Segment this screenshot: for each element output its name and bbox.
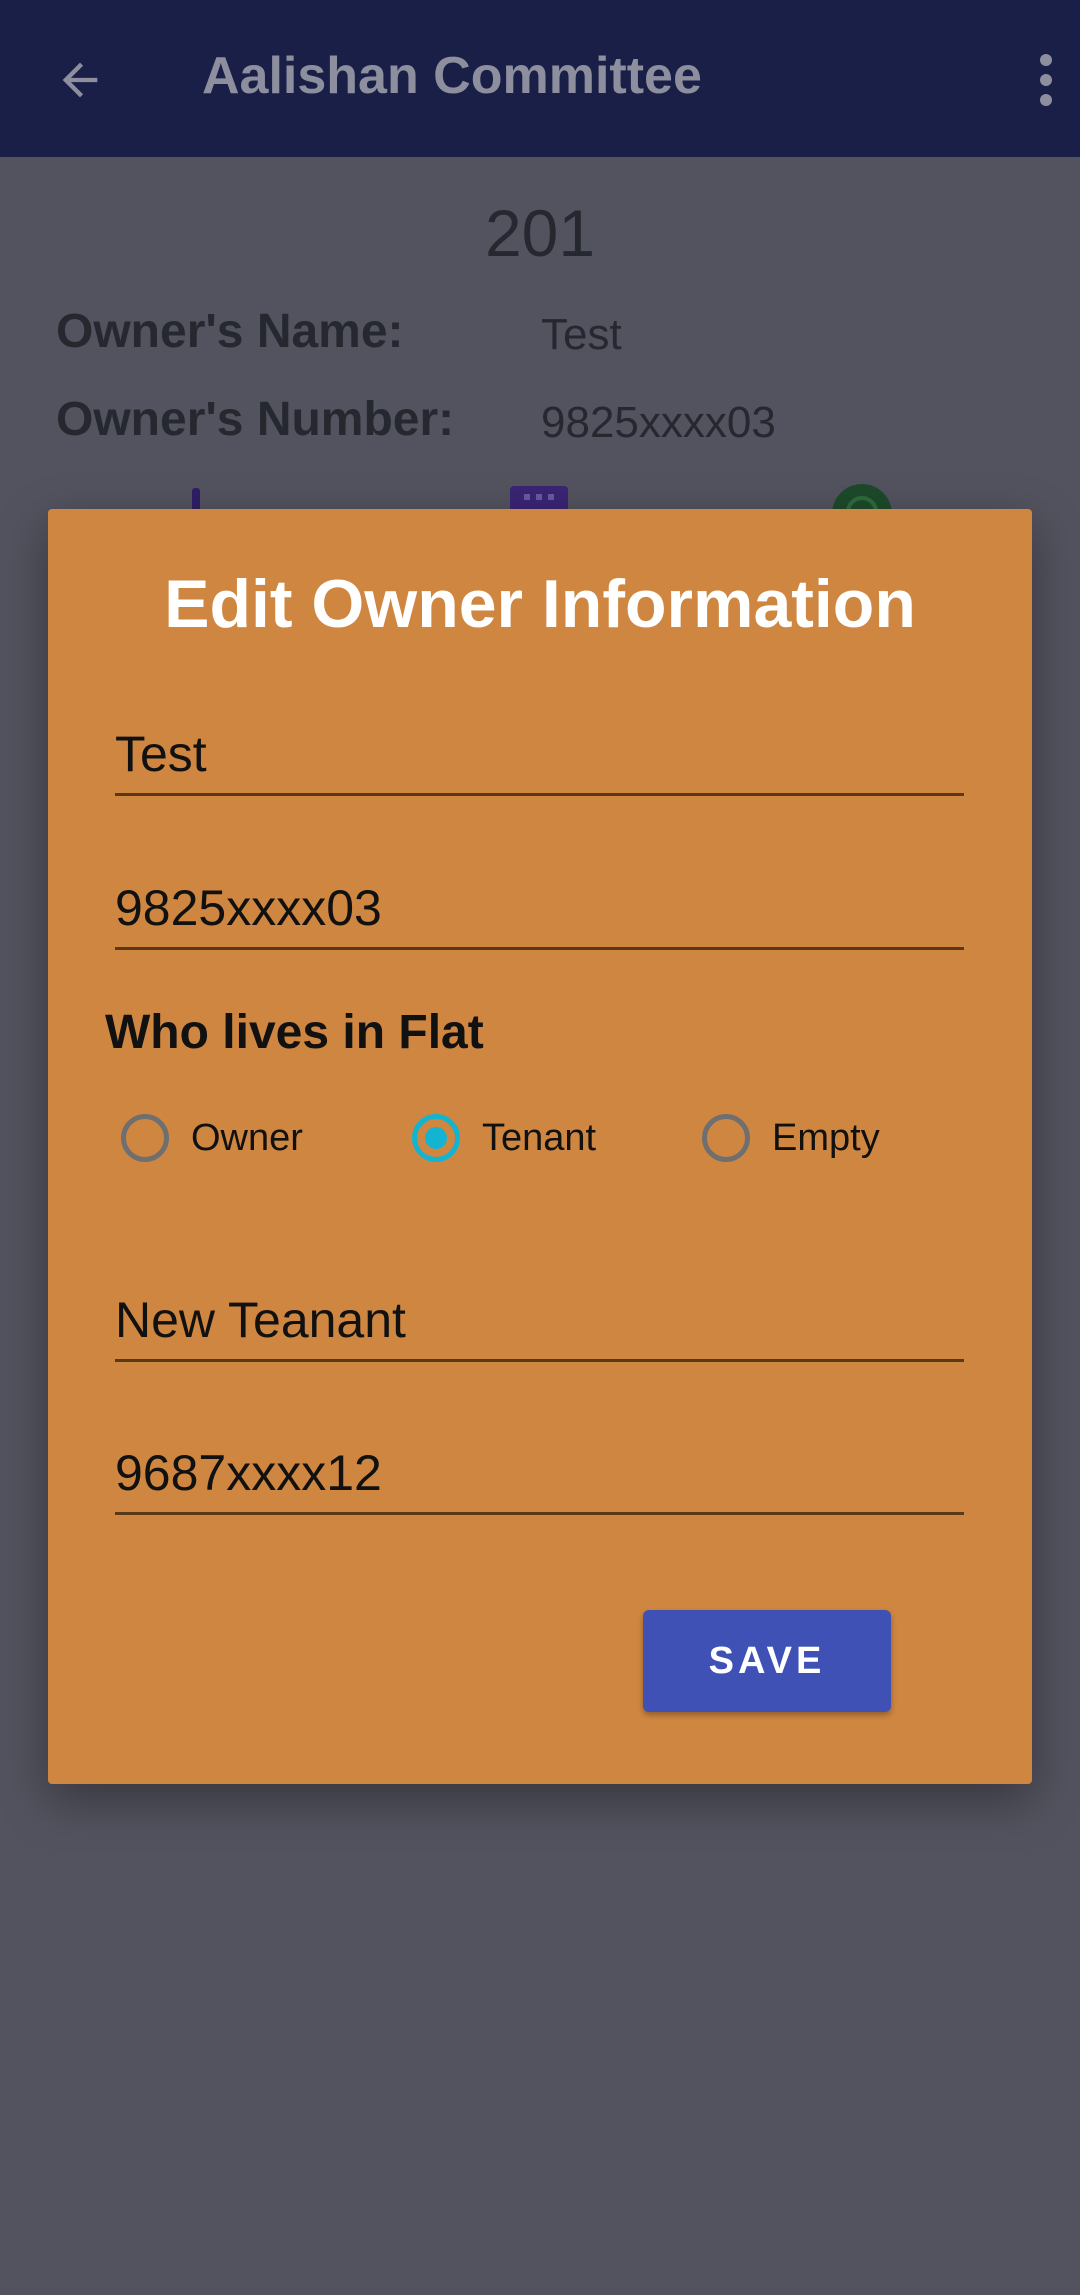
more-vert-icon [1040, 54, 1052, 106]
radio-tenant[interactable]: Tenant [412, 1103, 596, 1173]
tenant-number-input-value: 9687xxxx12 [115, 1445, 382, 1501]
edit-owner-dialog: Edit Owner Information Test 9825xxxx03 W… [48, 509, 1032, 1784]
back-button[interactable] [48, 48, 112, 112]
flat-number: 201 [484, 196, 596, 270]
who-lives-label: Who lives in Flat [105, 1006, 484, 1059]
tenant-name-field[interactable]: New Teanant [115, 1279, 964, 1362]
owner-name-input-value: Test [115, 726, 207, 782]
save-button[interactable]: SAVE [643, 1610, 891, 1712]
radio-tenant-label: Tenant [482, 1116, 597, 1159]
owner-name-label: Owner's Name: [56, 305, 404, 358]
app-toolbar: Aalishan Committee [0, 0, 1080, 157]
more-options-button[interactable] [1020, 40, 1072, 120]
owner-number-field[interactable]: 9825xxxx03 [115, 867, 964, 950]
toolbar-title: Aalishan Committee [202, 47, 702, 105]
radio-empty-circle[interactable] [702, 1114, 750, 1162]
radio-empty[interactable]: Empty [702, 1103, 880, 1173]
owner-name-value: Test [541, 310, 622, 359]
radio-empty-label: Empty [772, 1116, 880, 1159]
dialog-title: Edit Owner Information [164, 566, 916, 642]
radio-owner-label: Owner [191, 1116, 303, 1159]
owner-number-label: Owner's Number: [56, 393, 455, 446]
radio-tenant-circle[interactable] [412, 1114, 460, 1162]
owner-name-field[interactable]: Test [115, 713, 964, 796]
tenant-name-input-value: New Teanant [115, 1292, 406, 1348]
radio-owner[interactable]: Owner [121, 1103, 303, 1173]
arrow-back-icon [62, 62, 98, 98]
tenant-number-field[interactable]: 9687xxxx12 [115, 1432, 964, 1515]
owner-number-value: 9825xxxx03 [541, 398, 776, 447]
radio-owner-circle[interactable] [121, 1114, 169, 1162]
owner-number-input-value: 9825xxxx03 [115, 880, 382, 936]
